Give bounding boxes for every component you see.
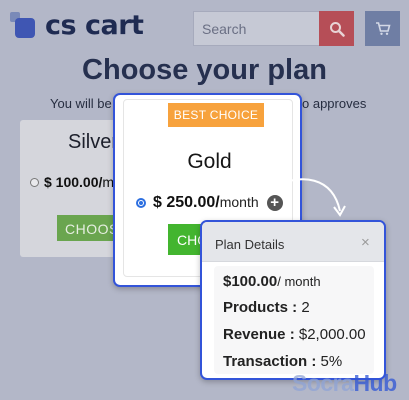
page-title: Choose your plan [82, 54, 327, 86]
plan-unit: month [219, 194, 259, 210]
detail-revenue-label: Revenue : [223, 326, 295, 343]
plan-radio[interactable] [30, 177, 39, 187]
detail-price-value: $100.00 [223, 273, 278, 290]
cart-button[interactable] [365, 11, 400, 46]
detail-revenue: Revenue : $2,000.00 [223, 326, 366, 343]
detail-transaction-label: Transaction : [223, 353, 317, 370]
logo[interactable]: cs cart [10, 10, 144, 41]
watermark-part2: Hub [353, 370, 397, 396]
cart-icon [375, 21, 391, 35]
plan-price: $ 100.00/ [44, 174, 103, 190]
detail-price-unit: / month [277, 274, 321, 289]
detail-price: $100.00/ month [223, 273, 321, 290]
close-icon[interactable]: × [361, 234, 370, 251]
plan-name: Gold [187, 150, 232, 173]
detail-products-label: Products : [223, 299, 298, 316]
plan-name: Silver [68, 131, 119, 153]
popup-body: $100.00/ month Products : 2 Revenue : $2… [214, 266, 374, 374]
search-button[interactable] [319, 11, 354, 46]
watermark-part1: Socra [292, 370, 354, 396]
detail-products-value: 2 [301, 299, 310, 316]
subtitle-right: o approves [302, 96, 367, 111]
plan-radio-selected[interactable] [136, 198, 146, 208]
plan-price: $ 250.00/month [153, 194, 259, 212]
plan-price-row: $ 250.00/month + [136, 194, 283, 212]
search-icon [329, 21, 345, 37]
plan-price-value: $ 250.00/ [153, 194, 220, 211]
pointer-arrow-icon [277, 178, 346, 217]
best-choice-badge: BEST CHOICE [168, 103, 264, 127]
detail-products: Products : 2 [223, 299, 310, 316]
top-bar: cs cart Search [0, 0, 409, 58]
logo-text: cs cart [45, 10, 144, 41]
subtitle-left: You will be [50, 96, 112, 111]
logo-icon [10, 12, 37, 39]
detail-revenue-value: $2,000.00 [298, 326, 366, 343]
search-input[interactable]: Search [193, 11, 319, 46]
popup-title: Plan Details [215, 237, 285, 252]
detail-transaction: Transaction : 5% [223, 353, 342, 370]
popup-header: Plan Details × [202, 222, 384, 262]
watermark: SocraHub [292, 370, 397, 397]
detail-transaction-value: 5% [320, 353, 343, 370]
plan-price-row: $ 100.00/ m [30, 174, 114, 190]
plan-details-popup: Plan Details × $100.00/ month Products :… [200, 220, 386, 380]
